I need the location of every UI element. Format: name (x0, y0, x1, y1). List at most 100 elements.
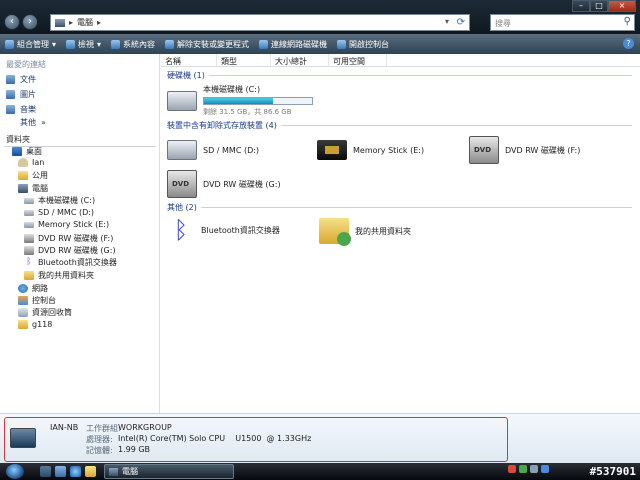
tree-item-folder-g118[interactable]: g118 (18, 320, 52, 329)
show-desktop-icon[interactable] (40, 466, 51, 477)
help-icon[interactable]: ? (623, 38, 634, 49)
search-icon[interactable]: ⚲ (624, 16, 631, 27)
details-pane: IAN-NB 工作群組: WORKGROUP 處理器: Intel(R) Cor… (0, 413, 640, 463)
file-list: 名稱 類型 大小總計 可用空間 硬碟機 (1) 本機磁碟機 (C:) 剩餘 31… (161, 54, 640, 413)
minimize-button[interactable]: – (572, 0, 590, 12)
close-button[interactable]: × (608, 0, 636, 12)
folder-icon[interactable] (85, 466, 96, 477)
internet-explorer-icon[interactable] (70, 466, 81, 477)
drive-c-item[interactable]: 本機磁碟機 (C:) 剩餘 31.5 GB，共 86.6 GB (167, 84, 313, 117)
back-button[interactable]: ‹ (4, 14, 20, 30)
drive-e-item[interactable]: Memory Stick (E:) (317, 140, 424, 160)
tree-item-computer[interactable]: 電腦 (18, 183, 48, 194)
tree-item-bluetooth[interactable]: ᛒ Bluetooth資訊交換器 (24, 257, 117, 268)
favorite-links-title: 最愛的連結 (6, 60, 46, 69)
tree-item-drive-g[interactable]: DVD RW 磁碟機 (G:) (24, 245, 116, 256)
group-header-other[interactable]: 其他 (2) (167, 202, 632, 213)
disk-usage-bar (203, 97, 313, 105)
tray-icon[interactable] (508, 465, 516, 473)
shared-folder-item[interactable]: 我的共用資料夾 (319, 218, 411, 246)
computer-icon (18, 184, 28, 193)
address-bar[interactable]: ▸ 電腦 ▸ ▾ ⟳ (50, 14, 470, 31)
tray-icon[interactable] (530, 465, 538, 473)
views-menu[interactable]: 檢視 ▾ (66, 39, 101, 50)
breadcrumb-arrow[interactable]: ▸ (97, 18, 101, 27)
tree-item-desktop[interactable]: 桌面 (12, 146, 42, 157)
open-control-panel-button[interactable]: 開啟控制台 (337, 39, 389, 50)
tree-item-drive-e[interactable]: Memory Stick (E:) (24, 220, 109, 229)
system-properties-button[interactable]: 系統內容 (111, 39, 155, 50)
tree-label: Bluetooth資訊交換器 (38, 258, 117, 267)
taskbar-button-computer[interactable]: 電腦 (104, 464, 234, 479)
group-header-removable[interactable]: 裝置中含有卸除式存放裝置 (4) (167, 120, 632, 131)
start-button[interactable] (6, 464, 24, 479)
tree-label: DVD RW 磁碟機 (F:) (38, 234, 114, 243)
map-network-drive-label: 連線網路磁碟機 (271, 39, 328, 49)
column-header-type[interactable]: 類型 (217, 54, 271, 67)
column-header-free-space[interactable]: 可用空間 (329, 54, 387, 67)
uninstall-program-button[interactable]: 解除安裝或變更程式 (165, 39, 249, 50)
group-label: 其他 (2) (167, 203, 197, 212)
favorite-link-more[interactable]: 其他 » (20, 117, 46, 128)
forward-button[interactable]: › (22, 14, 38, 30)
cpu-value: Intel(R) Core(TM) Solo CPU U1500 @ 1.33G… (118, 434, 312, 443)
search-placeholder: 搜尋 (495, 19, 511, 28)
tree-item-drive-f[interactable]: DVD RW 磁碟機 (F:) (24, 233, 113, 244)
switch-windows-icon[interactable] (55, 466, 66, 477)
free-space-text: 剩餘 31.5 GB，共 86.6 GB (203, 108, 292, 116)
bluetooth-item[interactable]: ᛒ Bluetooth資訊交換器 (167, 216, 280, 244)
maximize-button[interactable]: □ (590, 0, 608, 12)
favorite-label: 文件 (20, 75, 36, 84)
window-controls: – □ × (572, 0, 636, 12)
dvd-drive-icon: DVD (469, 136, 499, 164)
workgroup-value: WORKGROUP (118, 423, 172, 432)
tree-label: Ian (32, 158, 45, 167)
group-label: 硬碟機 (1) (167, 71, 205, 80)
system-properties-label: 系統內容 (123, 39, 156, 49)
memory-stick-icon (317, 140, 347, 160)
drive-d-item[interactable]: SD / MMC (D:) (167, 140, 259, 160)
organize-menu[interactable]: 組合管理 ▾ (5, 39, 56, 50)
tree-item-drive-d[interactable]: SD / MMC (D:) (24, 208, 94, 217)
group-header-hard-drives[interactable]: 硬碟機 (1) (167, 70, 632, 81)
favorite-link-pictures[interactable]: 圖片 (6, 89, 36, 100)
tree-item-shared-folder[interactable]: 我的共用資料夾 (24, 270, 94, 281)
column-header-name[interactable]: 名稱 (161, 54, 217, 67)
tree-item-control-panel[interactable]: 控制台 (18, 295, 56, 306)
search-input[interactable]: 搜尋 ⚲ (490, 14, 635, 31)
folders-header[interactable]: 資料夾 ▾ (6, 134, 180, 145)
recycle-bin-icon (18, 308, 28, 317)
tree-label: 桌面 (26, 147, 42, 156)
network-icon (18, 284, 28, 293)
user-folder-icon (18, 158, 28, 167)
tree-item-network[interactable]: 網路 (18, 283, 48, 294)
drive-g-item[interactable]: DVD DVD RW 磁碟機 (G:) (167, 170, 281, 198)
favorite-link-music[interactable]: 音樂 (6, 104, 36, 115)
properties-icon (111, 39, 121, 49)
favorite-label: 音樂 (20, 105, 36, 114)
group-label: 裝置中含有卸除式存放裝置 (4) (167, 121, 277, 130)
chevron-down-icon[interactable]: ▾ (445, 17, 449, 26)
breadcrumb-arrow[interactable]: ▸ (69, 18, 73, 27)
computer-icon (109, 467, 118, 476)
task-label: 電腦 (122, 467, 138, 476)
column-header-row: 名稱 類型 大小總計 可用空間 (161, 54, 640, 67)
map-network-drive-button[interactable]: 連線網路磁碟機 (259, 39, 327, 50)
tree-item-public[interactable]: 公用 (18, 170, 48, 181)
tray-icon[interactable] (541, 465, 549, 473)
memory-value: 1.99 GB (118, 445, 151, 454)
tree-item-user[interactable]: Ian (18, 158, 44, 167)
title-bar: – □ × ‹ › ▸ 電腦 ▸ ▾ ⟳ 搜尋 ⚲ (0, 0, 640, 34)
favorite-link-documents[interactable]: 文件 (6, 74, 36, 85)
tray-icon[interactable] (519, 465, 527, 473)
column-header-total-size[interactable]: 大小總計 (271, 54, 329, 67)
divider (200, 207, 632, 208)
drive-f-item[interactable]: DVD DVD RW 磁碟機 (F:) (469, 136, 580, 164)
refresh-icon[interactable]: ⟳ (457, 17, 465, 28)
disk-usage-fill (204, 98, 274, 104)
dvd-drive-icon (24, 234, 34, 243)
tree-item-recycle-bin[interactable]: 資源回收筒 (18, 307, 72, 318)
divider (280, 125, 632, 126)
tree-item-drive-c[interactable]: 本機磁碟機 (C:) (24, 195, 95, 206)
breadcrumb-computer[interactable]: 電腦 (77, 17, 93, 28)
